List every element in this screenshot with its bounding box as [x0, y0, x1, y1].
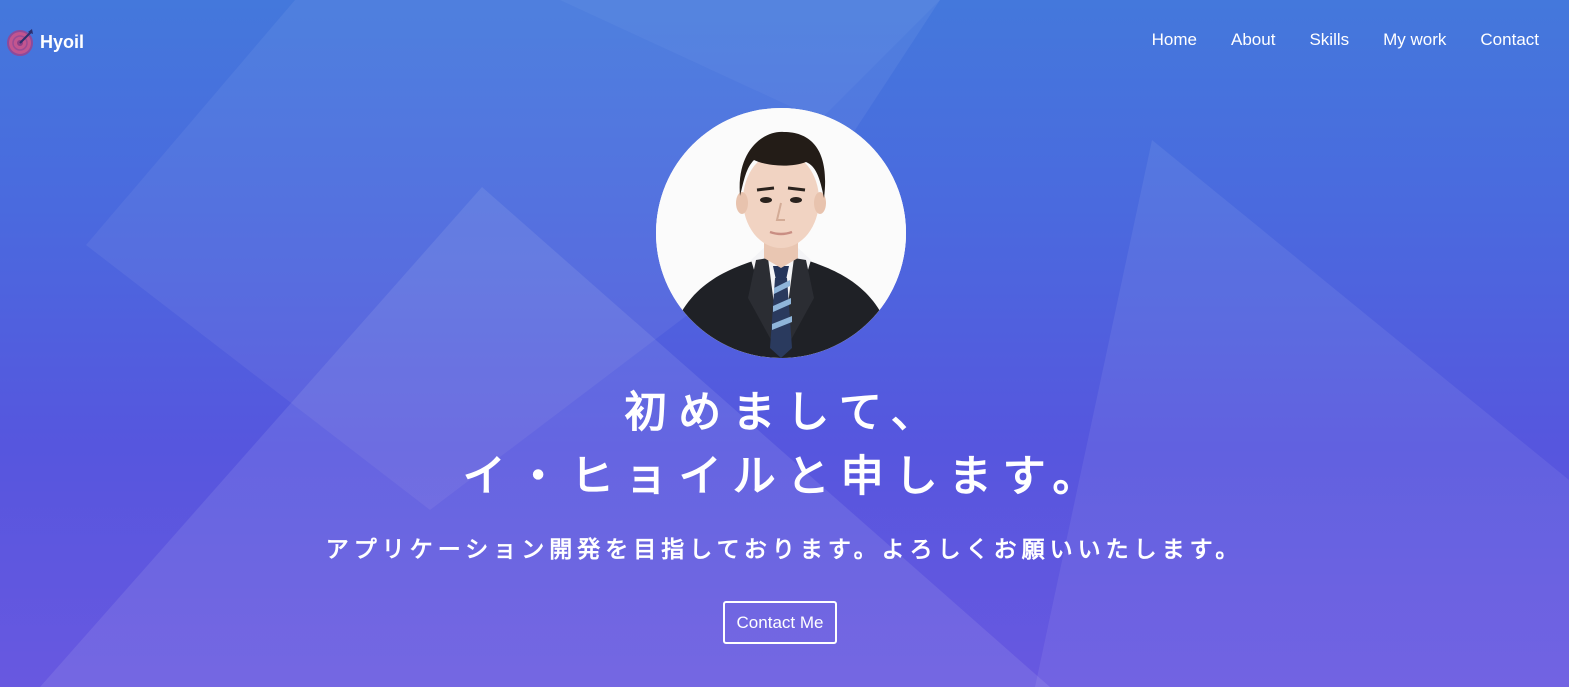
brand-logo[interactable]: Hyoil: [6, 28, 84, 56]
greeting-line-2: イ・ヒョイルと申します。: [462, 452, 1107, 502]
nav-item-home[interactable]: Home: [1152, 30, 1197, 50]
nav-menu: Home About Skills My work Contact: [1118, 30, 1539, 50]
nav-item-skills[interactable]: Skills: [1309, 30, 1349, 50]
nav-item-about[interactable]: About: [1231, 30, 1275, 50]
hero-section: Hyoil Home About Skills My work Contact: [0, 0, 1569, 687]
greeting-line-1: 初めまして、: [624, 388, 945, 438]
nav-item-my-work[interactable]: My work: [1383, 30, 1446, 50]
contact-me-button[interactable]: Contact Me: [723, 601, 837, 644]
hero-subtitle: アプリケーション開発を目指しております。よろしくお願いいたします。: [325, 537, 1244, 563]
profile-photo: [656, 108, 906, 358]
brand-name: Hyoil: [40, 31, 85, 52]
nav-item-contact[interactable]: Contact: [1480, 30, 1539, 50]
navbar: Hyoil Home About Skills My work Contact: [0, 0, 1569, 80]
target-logo-icon: [6, 28, 34, 56]
